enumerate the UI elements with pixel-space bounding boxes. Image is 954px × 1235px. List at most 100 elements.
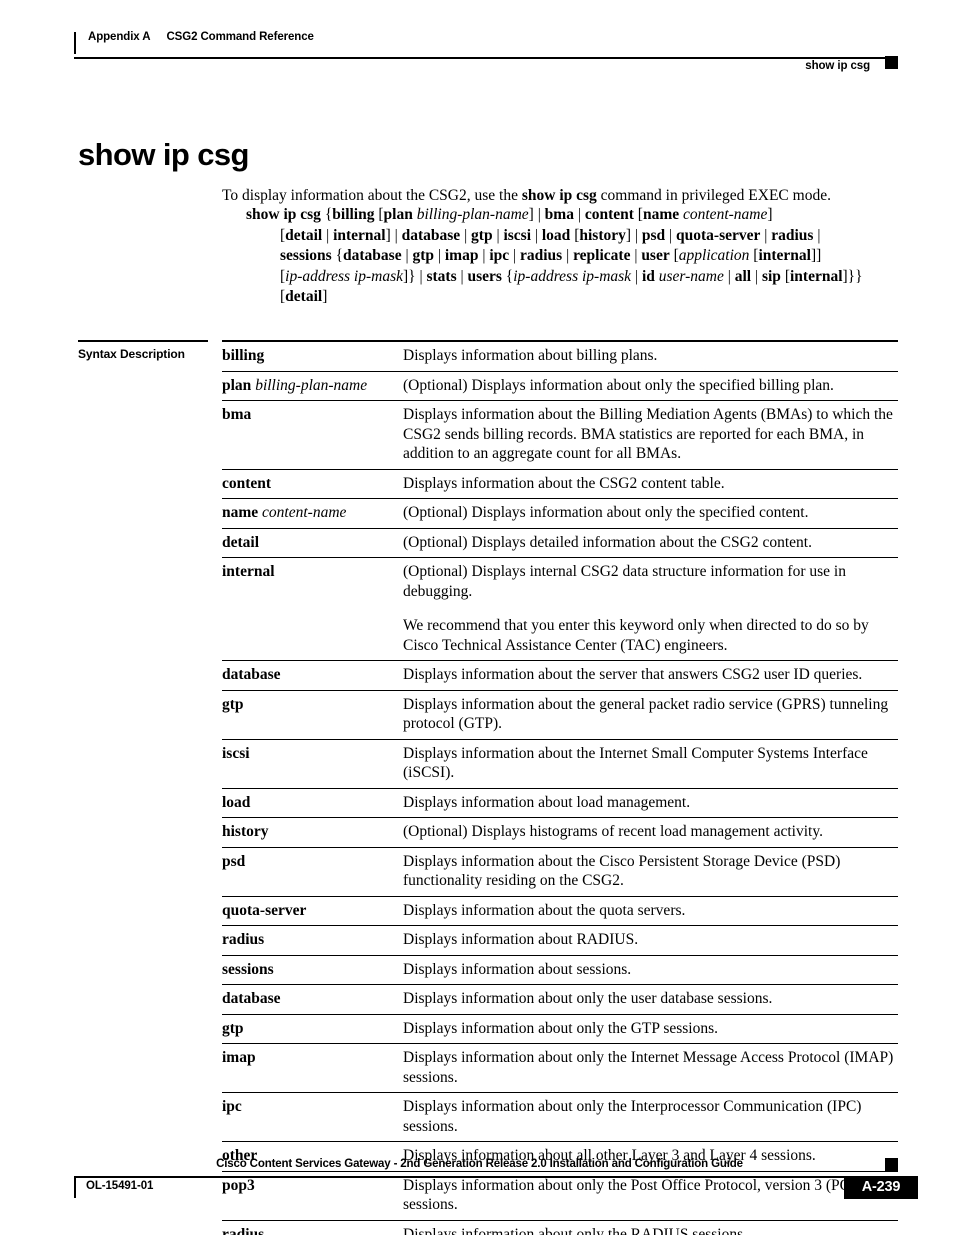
term-keyword: content	[222, 474, 272, 492]
description-paragraph: Displays information about only the user…	[403, 990, 773, 1007]
description-paragraph: Displays information about only the Inte…	[403, 1098, 862, 1135]
term-keyword: quota-server	[222, 901, 307, 919]
footer-rule	[74, 1176, 885, 1178]
description-paragraph: Displays information about the Billing M…	[403, 406, 893, 462]
table-cell-term: sessions	[222, 955, 403, 985]
description-paragraph: Displays information about only the GTP …	[403, 1019, 719, 1037]
table-cell-description: Displays information about the Internet …	[403, 739, 898, 788]
term-keyword: imap	[222, 1049, 256, 1066]
description-paragraph: Displays information about load manageme…	[403, 793, 691, 811]
table-row: billing Displays information about billin…	[222, 341, 898, 371]
description-paragraph: (Optional) Displays information about on…	[403, 504, 809, 521]
term-keyword: name	[222, 504, 259, 521]
table-cell-description: Displays information about the CSG2 cont…	[403, 469, 898, 499]
syntax-line: [detail | internal] | database | gtp | i…	[280, 226, 821, 244]
table-row: iscsi Displays information about the Inte…	[222, 739, 898, 788]
header-rule	[74, 57, 885, 59]
syntax-description-table: billing Displays information about billin…	[222, 340, 898, 1235]
description-paragraph: Displays information about the server th…	[403, 666, 863, 683]
table-row: radius Displays information about only th…	[222, 1220, 898, 1235]
table-cell-term: database	[222, 661, 403, 691]
syntax-line: sessions {database | gtp | imap | ipc | …	[280, 247, 822, 264]
table-cell-term: imap	[222, 1044, 403, 1093]
term-keyword: load	[222, 793, 251, 811]
description-paragraph: Displays information about only the Inte…	[403, 1049, 894, 1086]
table-cell-term: gtp	[222, 690, 403, 739]
table-cell-term: name content-name	[222, 499, 403, 529]
intro-paragraph: To display information about the CSG2, u…	[222, 186, 898, 206]
footer-thumb-marker	[885, 1158, 898, 1171]
table-cell-term: internal	[222, 558, 403, 661]
term-argument: content-name	[262, 504, 347, 521]
table-cell-description: Displays information about the server th…	[403, 661, 898, 691]
syntax-line: [ip-address ip-mask]} | stats | users {i…	[280, 267, 863, 285]
header-chapter: CSG2 Command Reference	[166, 31, 314, 43]
term-argument: billing-plan-name	[255, 376, 368, 394]
term-keyword: psd	[222, 852, 246, 870]
term-keyword: sessions	[222, 960, 274, 978]
term-keyword: database	[222, 666, 281, 683]
table-cell-description: (Optional) Displays histograms of recent…	[403, 818, 898, 848]
table-row: quota-server Displays information about t…	[222, 896, 898, 926]
footer-document-title: Cisco Content Services Gateway - 2nd Gen…	[216, 1158, 743, 1170]
table-row: name content-name (Optional) Displays inf…	[222, 498, 898, 529]
table-cell-term: plan billing-plan-name	[222, 371, 403, 401]
page-title: show ip csg	[78, 136, 249, 172]
table-cell-description: Displays information about only the user…	[403, 985, 898, 1015]
description-paragraph: Displays information about RADIUS.	[403, 931, 639, 948]
description-paragraph: (Optional) Displays internal CSG2 data s…	[403, 563, 846, 600]
page-header: Appendix A CSG2 Command Reference show ip…	[74, 30, 898, 72]
footer-page-number: A-239	[844, 1176, 918, 1199]
table-row: database Displays information about the s…	[222, 660, 898, 691]
command-syntax-block: show ip csg {billing [plan billing-plan-…	[246, 205, 906, 308]
table-cell-term: content	[222, 469, 403, 499]
description-paragraph: Displays information about sessions.	[403, 960, 632, 978]
header-running-head: show ip csg	[805, 60, 870, 72]
table-cell-description: Displays information about the quota ser…	[403, 896, 898, 926]
intro-command: show ip csg	[521, 186, 597, 204]
intro-text-after: command in privileged EXEC mode.	[596, 186, 831, 204]
description-paragraph: Displays information about the CSG2 cont…	[403, 474, 725, 492]
term-keyword: detail	[222, 533, 260, 551]
syntax-line: show ip csg {billing [plan billing-plan-…	[246, 206, 773, 223]
term-keyword: ipc	[222, 1098, 242, 1115]
term-keyword: radius	[222, 1225, 265, 1235]
term-keyword: radius	[222, 931, 265, 948]
description-paragraph: Displays information about the general p…	[403, 695, 889, 733]
description-paragraph: (Optional) Displays detailed information…	[403, 533, 812, 551]
term-keyword: gtp	[222, 695, 244, 713]
section-label-rule	[78, 340, 208, 342]
table-row: bma Displays information about the Billin…	[222, 400, 898, 470]
table-cell-description: Displays information about only the RADI…	[403, 1220, 898, 1235]
table-cell-term: billing	[222, 341, 403, 371]
header-appendix: Appendix A	[88, 31, 151, 43]
table-cell-description: Displays information about the general p…	[403, 690, 898, 739]
table-cell-term: radius	[222, 1220, 403, 1235]
table-cell-term: iscsi	[222, 739, 403, 788]
table-cell-term: detail	[222, 528, 403, 558]
intro-text-before: To display information about the CSG2, u…	[222, 186, 522, 204]
table-row: history (Optional) Displays histograms of…	[222, 817, 898, 848]
document-page: Appendix A CSG2 Command Reference show ip…	[0, 0, 954, 1235]
table-cell-description: (Optional) Displays detailed information…	[403, 528, 898, 558]
table-cell-description: Displays information about only the Inte…	[403, 1093, 898, 1142]
table-cell-description: (Optional) Displays internal CSG2 data s…	[403, 558, 898, 661]
table-row: radius Displays information about RADIUS.	[222, 925, 898, 956]
description-paragraph: (Optional) Displays information about on…	[403, 376, 834, 394]
table-cell-term: history	[222, 818, 403, 848]
table-cell-description: Displays information about sessions.	[403, 955, 898, 985]
table-cell-term: quota-server	[222, 896, 403, 926]
term-keyword: bma	[222, 406, 252, 423]
table-row: internal (Optional) Displays internal CSG…	[222, 557, 898, 661]
table-cell-description: Displays information about load manageme…	[403, 788, 898, 818]
footer-left-tick	[74, 1178, 76, 1198]
description-paragraph: (Optional) Displays histograms of recent…	[403, 823, 823, 840]
term-keyword: billing	[222, 347, 265, 364]
section-label-syntax-description: Syntax Description	[78, 347, 185, 361]
description-paragraph: We recommend that you enter this keyword…	[403, 617, 869, 654]
description-paragraph: Displays information about the Internet …	[403, 744, 868, 782]
description-paragraph: Displays information about the quota ser…	[403, 901, 686, 919]
table-row: ipc Displays information about only the I…	[222, 1092, 898, 1142]
table-cell-term: radius	[222, 926, 403, 956]
description-paragraph: Displays information about only the RADI…	[403, 1225, 747, 1235]
